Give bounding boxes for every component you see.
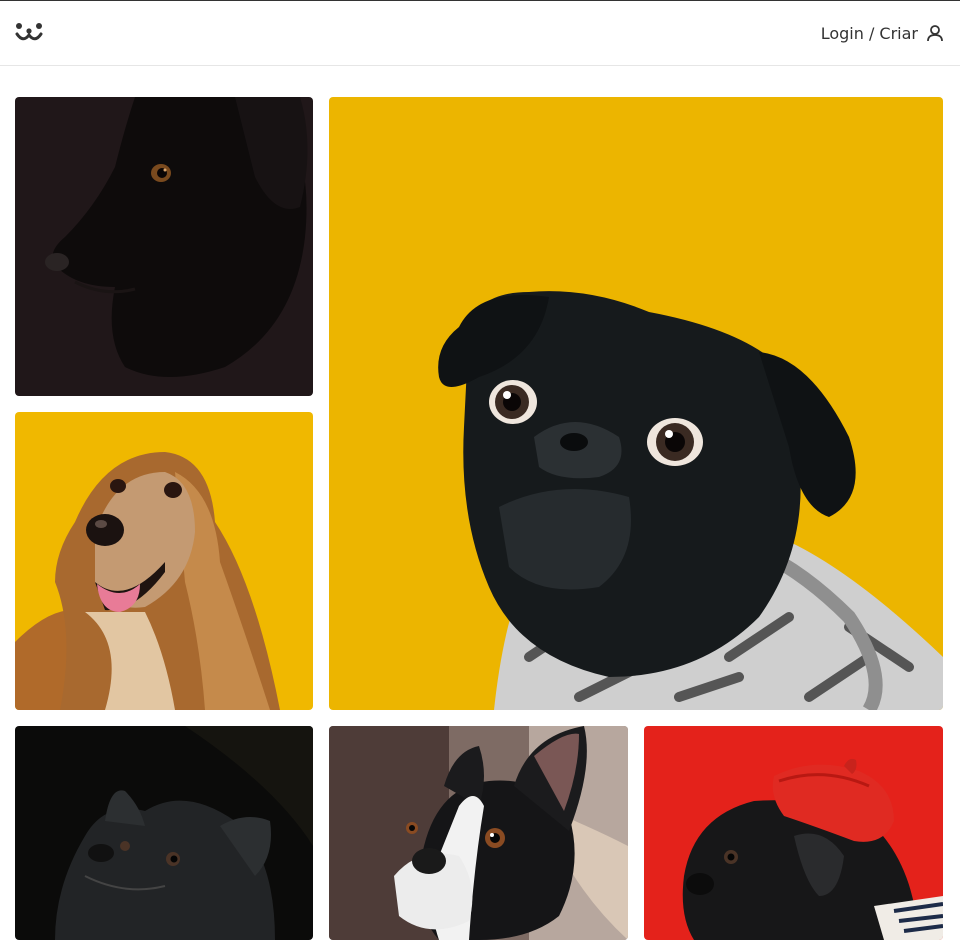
photo-pug-red-beret[interactable] [644,726,943,940]
photo-boston-terrier[interactable] [329,726,628,940]
login-label: Login / Criar [820,23,918,43]
photo-feed [0,66,960,940]
photo-black-fluffy-dog[interactable] [15,726,313,940]
dog-face-logo-icon[interactable] [14,19,44,45]
photo-afghan-hound-smiling[interactable] [15,412,313,710]
user-icon [927,25,943,42]
photo-black-pug-sweater[interactable] [329,97,943,710]
site-header: Login / Criar [0,0,960,66]
login-create-link[interactable]: Login / Criar [821,21,944,45]
photo-black-dog-profile[interactable] [15,97,313,396]
